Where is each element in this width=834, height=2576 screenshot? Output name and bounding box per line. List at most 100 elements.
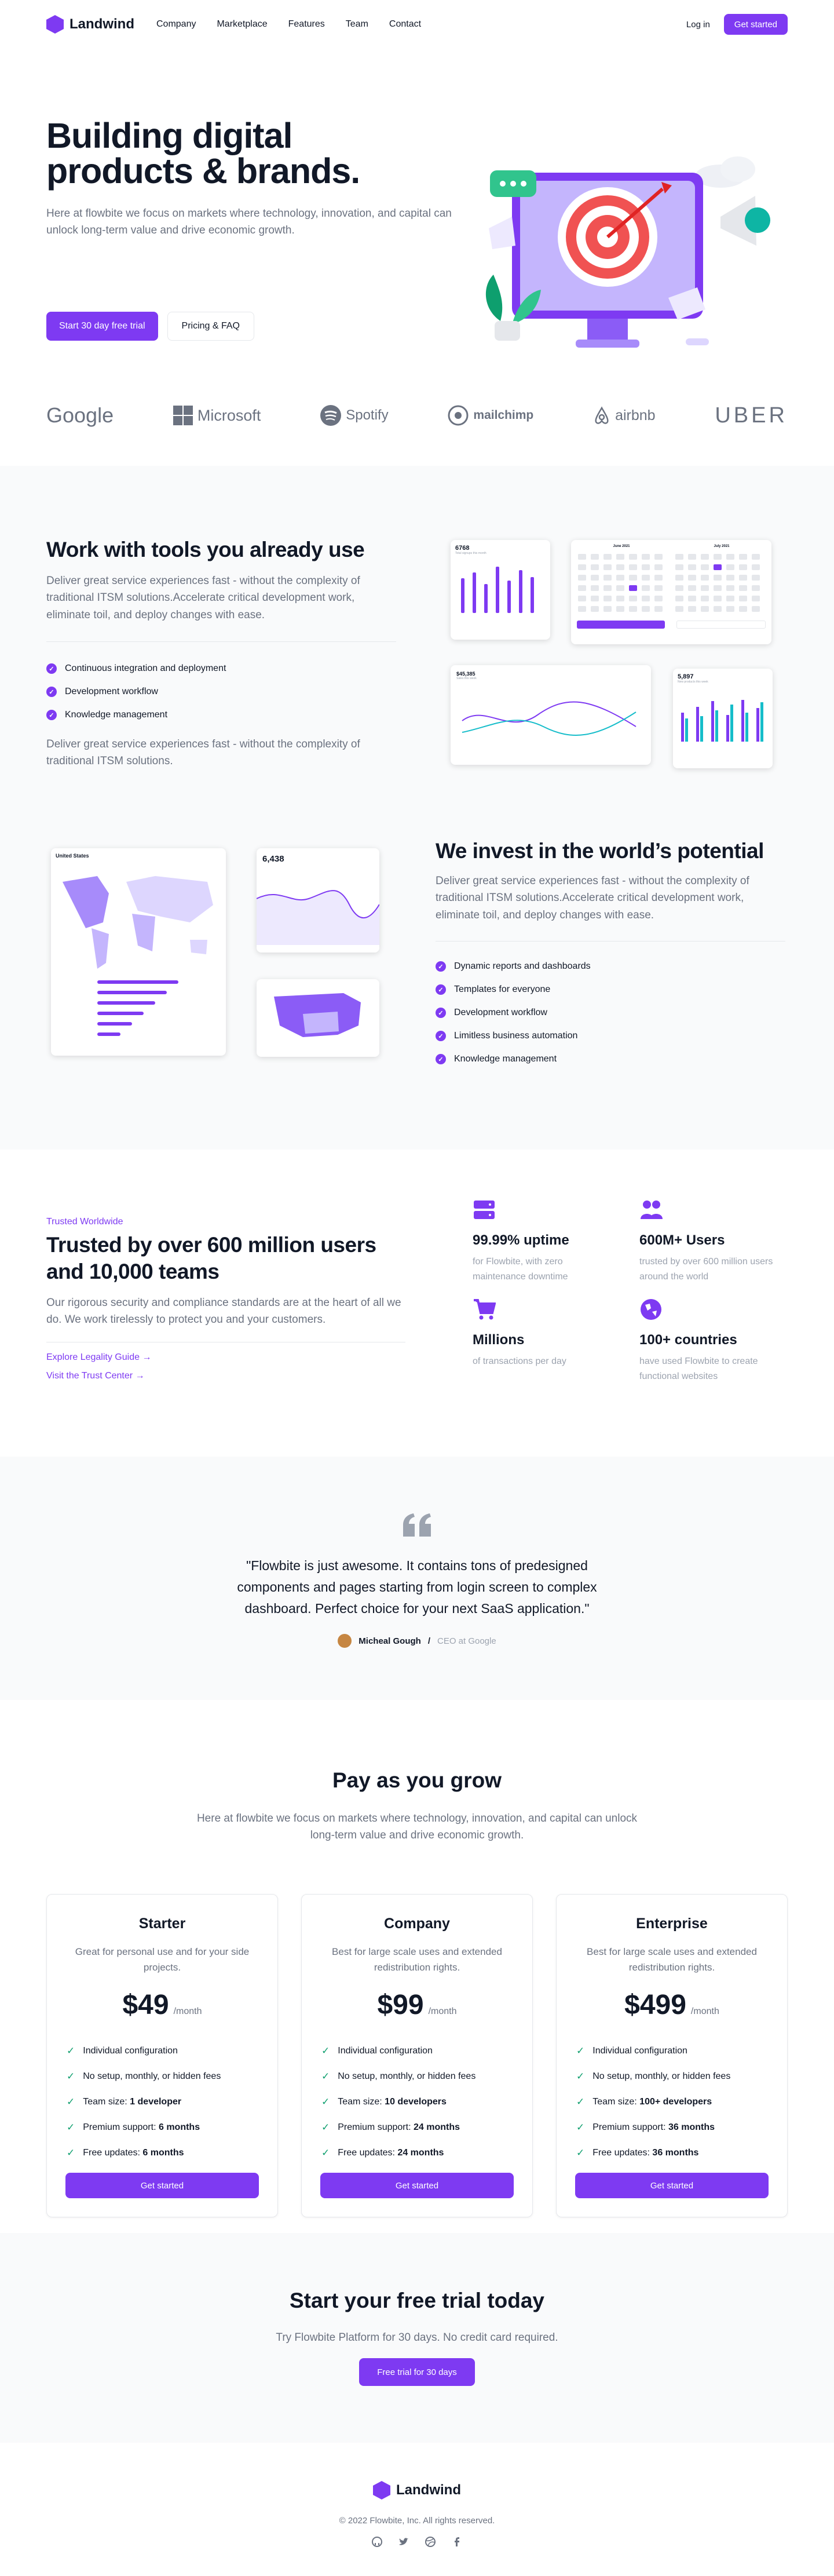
calendar-day[interactable]: [591, 554, 599, 560]
calendar-day[interactable]: [714, 554, 722, 560]
facebook-icon[interactable]: [452, 2537, 462, 2547]
calendar-day[interactable]: [701, 606, 709, 612]
get-started-button[interactable]: Get started: [723, 14, 788, 35]
nav-contact[interactable]: Contact: [389, 19, 421, 30]
starter-get-started-button[interactable]: Get started: [65, 2173, 259, 2198]
calendar-day[interactable]: [654, 585, 663, 591]
calendar-day[interactable]: [629, 564, 637, 570]
calendar-day[interactable]: [642, 554, 650, 560]
calendar-day[interactable]: [642, 596, 650, 601]
calendar-day[interactable]: [642, 575, 650, 581]
calendar-day[interactable]: [688, 585, 696, 591]
calendar-day[interactable]: [603, 596, 612, 601]
calendar-day[interactable]: [591, 564, 599, 570]
calendar-day[interactable]: [642, 585, 650, 591]
calendar-day[interactable]: [629, 554, 637, 560]
footer-logo[interactable]: Landwind: [0, 2481, 834, 2500]
calendar-ok-button[interactable]: [577, 621, 665, 629]
calendar-day[interactable]: [591, 575, 599, 581]
legality-guide-link[interactable]: Explore Legality Guide →: [46, 1352, 151, 1363]
calendar-day[interactable]: [688, 596, 696, 601]
calendar-day[interactable]: [726, 596, 734, 601]
calendar-day[interactable]: [675, 575, 683, 581]
calendar-day[interactable]: [629, 606, 637, 612]
calendar-day[interactable]: [752, 585, 760, 591]
pricing-faq-button[interactable]: Pricing & FAQ: [167, 312, 254, 341]
calendar-day[interactable]: [578, 554, 586, 560]
calendar-day[interactable]: [714, 564, 722, 570]
github-icon[interactable]: [372, 2537, 382, 2547]
calendar-day[interactable]: [739, 606, 747, 612]
calendar-day[interactable]: [726, 554, 734, 560]
free-trial-button[interactable]: Free trial for 30 days: [359, 2358, 475, 2386]
calendar-day[interactable]: [675, 585, 683, 591]
enterprise-get-started-button[interactable]: Get started: [575, 2173, 769, 2198]
calendar-day[interactable]: [642, 606, 650, 612]
calendar-day[interactable]: [752, 596, 760, 601]
calendar-day[interactable]: [603, 585, 612, 591]
start-trial-button[interactable]: Start 30 day free trial: [46, 312, 158, 341]
brand-logo[interactable]: Landwind: [46, 15, 134, 34]
calendar-day[interactable]: [675, 564, 683, 570]
calendar-day[interactable]: [675, 606, 683, 612]
calendar-day[interactable]: [578, 585, 586, 591]
nav-team[interactable]: Team: [346, 19, 368, 30]
calendar-day[interactable]: [701, 575, 709, 581]
company-get-started-button[interactable]: Get started: [320, 2173, 514, 2198]
calendar-day[interactable]: [591, 596, 599, 601]
calendar-day[interactable]: [642, 564, 650, 570]
calendar-day[interactable]: [603, 575, 612, 581]
nav-company[interactable]: Company: [156, 19, 196, 30]
calendar-day[interactable]: [603, 606, 612, 612]
calendar-day[interactable]: [752, 575, 760, 581]
login-link[interactable]: Log in: [686, 20, 710, 30]
calendar-day[interactable]: [726, 585, 734, 591]
calendar-day[interactable]: [701, 585, 709, 591]
calendar-day[interactable]: [616, 575, 624, 581]
calendar-day[interactable]: [714, 596, 722, 601]
calendar-day[interactable]: [578, 564, 586, 570]
dribbble-icon[interactable]: [425, 2537, 436, 2547]
calendar-day[interactable]: [654, 554, 663, 560]
calendar-day[interactable]: [629, 585, 637, 591]
calendar-day[interactable]: [701, 554, 709, 560]
calendar-day[interactable]: [629, 596, 637, 601]
calendar-day[interactable]: [739, 585, 747, 591]
calendar-day[interactable]: [675, 554, 683, 560]
calendar-day[interactable]: [726, 606, 734, 612]
calendar-day[interactable]: [591, 585, 599, 591]
calendar-day[interactable]: [688, 554, 696, 560]
calendar-day[interactable]: [654, 606, 663, 612]
calendar-day[interactable]: [654, 564, 663, 570]
calendar-day[interactable]: [739, 554, 747, 560]
calendar-day[interactable]: [616, 554, 624, 560]
calendar-day[interactable]: [675, 596, 683, 601]
calendar-cancel-button[interactable]: [676, 621, 766, 629]
calendar-day[interactable]: [714, 575, 722, 581]
nav-marketplace[interactable]: Marketplace: [217, 19, 267, 30]
calendar-day[interactable]: [654, 575, 663, 581]
calendar-day[interactable]: [591, 606, 599, 612]
trust-center-link[interactable]: Visit the Trust Center →: [46, 1371, 145, 1381]
calendar-day[interactable]: [701, 564, 709, 570]
calendar-day[interactable]: [726, 564, 734, 570]
calendar-day[interactable]: [739, 596, 747, 601]
calendar-day[interactable]: [701, 596, 709, 601]
calendar-day[interactable]: [629, 575, 637, 581]
calendar-day[interactable]: [616, 596, 624, 601]
calendar-day[interactable]: [616, 564, 624, 570]
calendar-day[interactable]: [752, 554, 760, 560]
calendar-day[interactable]: [603, 564, 612, 570]
calendar-day[interactable]: [688, 606, 696, 612]
calendar-day[interactable]: [739, 564, 747, 570]
calendar-day[interactable]: [752, 564, 760, 570]
calendar-day[interactable]: [616, 585, 624, 591]
calendar-day[interactable]: [603, 554, 612, 560]
calendar-day[interactable]: [752, 606, 760, 612]
calendar-day[interactable]: [578, 575, 586, 581]
twitter-icon[interactable]: [398, 2537, 409, 2547]
nav-features[interactable]: Features: [288, 19, 325, 30]
calendar-day[interactable]: [578, 596, 586, 601]
calendar-day[interactable]: [688, 575, 696, 581]
calendar-day[interactable]: [714, 606, 722, 612]
